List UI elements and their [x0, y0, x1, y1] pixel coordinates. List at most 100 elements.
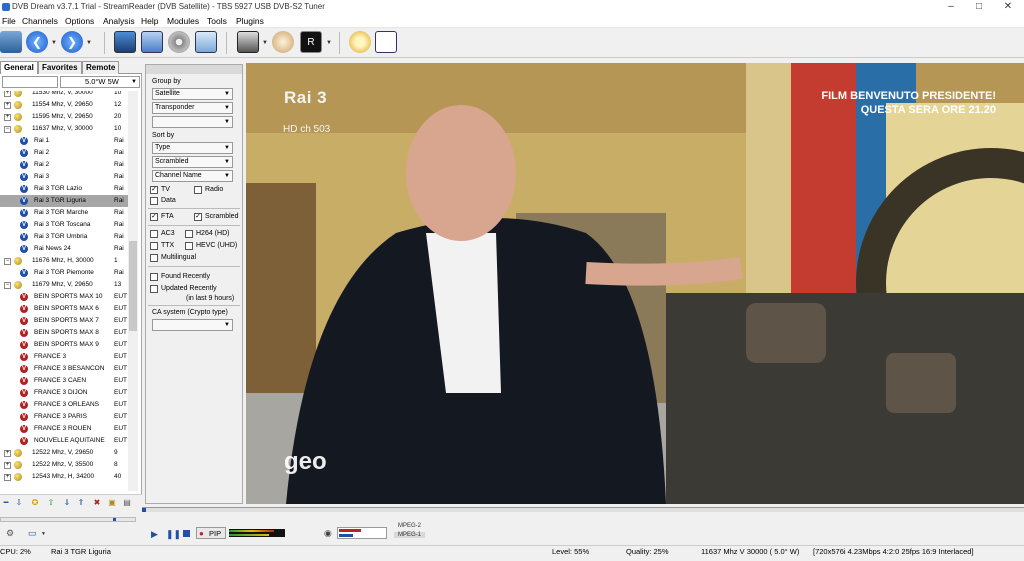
stop-icon[interactable] — [183, 530, 190, 537]
collapse-icon[interactable]: − — [4, 126, 11, 133]
record-icon[interactable]: R — [300, 31, 322, 53]
scrollbar-thumb[interactable] — [129, 241, 137, 331]
channel-row[interactable]: V Rai News 24 Rai — [0, 243, 128, 255]
expand-icon[interactable]: + — [4, 114, 11, 121]
transponder-row[interactable]: +12522 Mhz, V, 29650 9 — [0, 447, 128, 459]
tab-favorites[interactable]: Favorites — [38, 61, 82, 74]
collapse-icon[interactable]: − — [4, 258, 11, 265]
channel-row[interactable]: V Rai 1 Rai — [0, 135, 128, 147]
channel-row[interactable]: V Rai 3 TGR Piemonte Rai — [0, 267, 128, 279]
delete-icon[interactable]: ✖ — [92, 498, 102, 508]
lock-icon[interactable]: ▣ — [107, 498, 117, 508]
maximize-button[interactable]: □ — [964, 0, 994, 15]
menu-channels[interactable]: Channels — [22, 16, 58, 26]
menu-plugins[interactable]: Plugins — [236, 16, 264, 26]
updated-recently-checkbox[interactable] — [150, 285, 158, 293]
transponder-row[interactable]: − 11637 Mhz, V, 30000 10 — [0, 123, 128, 135]
close-button[interactable]: ✕ — [993, 0, 1023, 15]
properties-icon[interactable]: ▤ — [122, 498, 132, 508]
monitor-icon[interactable] — [114, 31, 136, 53]
channel-row[interactable]: V BEIN SPORTS MAX 9 EUT — [0, 339, 128, 351]
data-checkbox[interactable] — [150, 197, 158, 205]
channel-row[interactable]: V Rai 3 Rai — [0, 171, 128, 183]
fta-checkbox[interactable]: ✓ — [150, 213, 158, 221]
channel-row[interactable]: V Rai 2 Rai — [0, 147, 128, 159]
menu-options[interactable]: Options — [65, 16, 94, 26]
channel-row[interactable]: V Rai 3 TGR Lazio Rai — [0, 183, 128, 195]
open-folder-icon[interactable] — [0, 31, 22, 53]
channel-list-scrollbar[interactable] — [128, 91, 138, 491]
channel-row[interactable]: V BEIN SPORTS MAX 7 EUT — [0, 315, 128, 327]
schedule-icon[interactable] — [237, 31, 259, 53]
forward-icon[interactable]: ❯ — [61, 31, 83, 53]
expand-icon[interactable]: + — [4, 102, 11, 109]
transponder-row[interactable]: − 11679 Mhz, V, 29650 13 — [0, 279, 128, 291]
play-icon[interactable]: ▶ — [151, 529, 158, 540]
channel-row[interactable]: V Rai 3 TGR Umbria Rai — [0, 231, 128, 243]
channel-row[interactable]: V BEIN SPORTS MAX 10 EUT — [0, 291, 128, 303]
h264-checkbox[interactable] — [185, 230, 193, 238]
channel-row[interactable]: V Rai 3 TGR Marche Rai — [0, 207, 128, 219]
epg-window-icon[interactable] — [141, 31, 163, 53]
expand-icon[interactable]: + — [4, 462, 11, 469]
transponder-row[interactable]: − 11676 Mhz, H, 30000 1 — [0, 255, 128, 267]
expand-icon[interactable]: + — [4, 91, 11, 97]
channel-row[interactable]: V Rai 2 Rai — [0, 159, 128, 171]
menu-tools[interactable]: Tools — [207, 16, 227, 26]
menu-modules[interactable]: Modules — [167, 16, 199, 26]
tab-general[interactable]: General — [0, 61, 38, 74]
channel-row[interactable]: V FRANCE 3 ORLEANS EUT — [0, 399, 128, 411]
expand-icon[interactable]: + — [4, 450, 11, 457]
hevc-checkbox[interactable] — [185, 242, 193, 250]
clock-icon[interactable] — [349, 31, 371, 53]
video-display[interactable]: Rai 3 HD ch 503 FILM BENVENUTO PRESIDENT… — [246, 63, 1024, 504]
ac3-checkbox[interactable] — [150, 230, 158, 238]
channel-row[interactable]: V NOUVELLE AQUITAINE EUT — [0, 435, 128, 447]
menu-analysis[interactable]: Analysis — [103, 16, 135, 26]
multilingual-checkbox[interactable] — [150, 254, 158, 262]
minimize-button[interactable]: – — [936, 0, 966, 15]
channel-row[interactable]: V FRANCE 3 DIJON EUT — [0, 387, 128, 399]
back-dropdown-icon[interactable]: ▼ — [51, 40, 57, 46]
channel-row[interactable]: V FRANCE 3 PARIS EUT — [0, 411, 128, 423]
favorite-icon[interactable]: ✪ — [30, 498, 40, 508]
satellite-search-input[interactable] — [2, 76, 58, 88]
pause-icon[interactable]: ❚❚ — [166, 529, 181, 540]
ca-system-dropdown[interactable]: ▼ — [152, 319, 233, 331]
channel-row[interactable]: V FRANCE 3 BESANCON EUT — [0, 363, 128, 375]
sort-up-icon[interactable]: ⇑ — [76, 498, 86, 508]
sort-down-icon[interactable]: ⇓ — [62, 498, 72, 508]
satellite-dropdown[interactable]: 5.0°W 5W ▼ — [60, 76, 140, 88]
pip-button[interactable]: ● PIP — [196, 527, 226, 539]
channel-row[interactable]: V Rai 3 TGR Liguria Rai — [0, 195, 128, 207]
move-down-icon[interactable]: ⇩ — [14, 498, 24, 508]
menu-file[interactable]: File — [2, 16, 16, 26]
network-icon[interactable] — [375, 31, 397, 53]
channel-row[interactable]: V BEIN SPORTS MAX 8 EUT — [0, 327, 128, 339]
menu-help[interactable]: Help — [141, 16, 158, 26]
scrambled-checkbox[interactable]: ✓ — [194, 213, 202, 221]
group-by-2-dropdown[interactable]: Transponder ▼ — [152, 102, 233, 114]
collapse-icon[interactable]: − — [4, 282, 11, 289]
transponder-row[interactable]: +12522 Mhz, V, 35500 8 — [0, 459, 128, 471]
satellite-window-icon[interactable] — [195, 31, 217, 53]
transponder-row[interactable]: +11554 Mhz, V, 29650 12 — [0, 99, 128, 111]
record-dropdown-icon[interactable]: ▼ — [326, 40, 332, 46]
back-icon[interactable]: ❮ — [26, 31, 48, 53]
volume-icon[interactable]: ◉ — [324, 528, 332, 539]
schedule-dropdown-icon[interactable]: ▼ — [262, 40, 268, 46]
expand-icon[interactable]: + — [4, 474, 11, 481]
forward-dropdown-icon[interactable]: ▼ — [86, 40, 92, 46]
tv-checkbox[interactable]: ✓ — [150, 186, 158, 194]
channel-row[interactable]: V FRANCE 3 CAEN EUT — [0, 375, 128, 387]
found-recently-checkbox[interactable] — [150, 273, 158, 281]
remove-icon[interactable]: ━ — [1, 498, 11, 508]
tab-remote[interactable]: Remote — [82, 61, 120, 74]
sort-by-1-dropdown[interactable]: Type ▼ — [152, 142, 233, 154]
left-panel-scroll-thumb[interactable] — [113, 518, 116, 521]
channel-row[interactable]: V FRANCE 3 EUT — [0, 351, 128, 363]
teletext-icon[interactable] — [272, 31, 294, 53]
display-dropdown-icon[interactable]: ▼ — [41, 531, 46, 537]
ttx-checkbox[interactable] — [150, 242, 158, 250]
transponder-row[interactable]: +12543 Mhz, H, 34200 40 — [0, 471, 128, 483]
